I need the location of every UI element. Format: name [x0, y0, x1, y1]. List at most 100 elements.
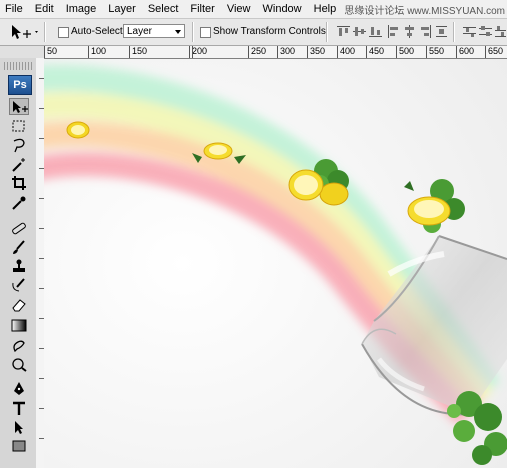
healing-brush-tool-button[interactable] [9, 220, 29, 237]
stamp-icon [13, 259, 25, 272]
align-left-button[interactable] [386, 24, 401, 39]
align-vcenter-button[interactable] [352, 24, 367, 39]
auto-select-checkbox[interactable] [58, 27, 69, 38]
watermark-text: 思缘设计论坛 www.MISSYUAN.com [344, 6, 505, 17]
auto-select-dropdown[interactable]: Layer [123, 24, 185, 38]
align-hcenter-button[interactable] [402, 24, 417, 39]
toolbox-grip[interactable] [4, 62, 32, 70]
gradient-tool-button[interactable] [9, 317, 29, 334]
eraser-icon [12, 299, 26, 312]
move-icon [13, 101, 28, 113]
pen-tool-button[interactable] [9, 381, 29, 398]
separator [326, 22, 328, 42]
path-selection-tool-button[interactable] [9, 419, 29, 436]
separator [192, 22, 194, 42]
ruler-label: 400 [340, 46, 356, 56]
rectangle-icon [12, 440, 26, 452]
ruler-label: 150 [132, 46, 148, 56]
smudge-icon [13, 340, 25, 353]
menu-edit[interactable]: Edit [29, 0, 60, 18]
distribute-vcenter-button[interactable] [478, 24, 493, 39]
dodge-tool-button[interactable] [9, 356, 29, 373]
align-top-button[interactable] [336, 24, 351, 39]
rectangle-tool-button[interactable] [9, 438, 29, 455]
align-bottom-icon [369, 27, 382, 37]
options-bar: Auto-Select: Layer Show Transform Contro… [0, 19, 507, 46]
crop-tool-button[interactable] [9, 175, 29, 192]
path-selection-icon [15, 421, 23, 434]
brush-tool-button[interactable] [9, 239, 29, 256]
align-right-button[interactable] [418, 24, 433, 39]
menu-file[interactable]: File [0, 0, 29, 18]
ruler-label: 300 [280, 46, 296, 56]
auto-select-value: Layer [127, 26, 153, 37]
distribute-button[interactable] [434, 24, 449, 39]
marquee-icon [12, 120, 25, 132]
separator [44, 22, 46, 42]
lemon-1 [66, 121, 90, 139]
ruler-label: 550 [429, 46, 445, 56]
magic-wand-tool-button[interactable] [9, 156, 29, 173]
menu-layer[interactable]: Layer [102, 0, 142, 18]
brush-icon [13, 240, 25, 254]
artwork [44, 59, 507, 468]
document-canvas[interactable] [44, 59, 507, 468]
history-brush-icon [12, 278, 25, 292]
pen-icon [14, 382, 24, 395]
blur-tool-button[interactable] [9, 337, 29, 354]
align-vcenter-icon [353, 27, 366, 36]
ruler-label: 650 [488, 46, 504, 56]
chevron-down-icon [175, 30, 181, 34]
photoshop-logo: Ps [8, 75, 32, 95]
ruler-corner [0, 46, 44, 58]
menu-select[interactable]: Select [142, 0, 185, 18]
eyedropper-tool-button[interactable] [9, 194, 29, 211]
horizontal-ruler: 50 100 150 200 250 300 350 400 450 500 5… [44, 46, 507, 59]
type-icon [13, 401, 25, 415]
magic-wand-icon [12, 158, 25, 172]
show-transform-checkbox[interactable] [200, 27, 211, 38]
auto-select-label: Auto-Select: [71, 26, 126, 37]
separator [453, 22, 455, 42]
eyedropper-icon [12, 196, 26, 210]
ruler-label: 350 [310, 46, 326, 56]
distribute-bottom-icon [495, 26, 506, 37]
distribute-icon [436, 26, 447, 37]
distribute-vcenter-icon [479, 26, 492, 36]
type-tool-button[interactable] [9, 400, 29, 417]
crop-icon [12, 176, 26, 190]
history-brush-tool-button[interactable] [9, 277, 29, 294]
ruler-label: 450 [369, 46, 385, 56]
ruler-label: 200 [192, 46, 208, 56]
ruler-label: 50 [47, 46, 58, 56]
toolbox: Ps [0, 58, 37, 468]
distribute-bottom-button[interactable] [494, 24, 507, 39]
menu-window[interactable]: Window [257, 0, 308, 18]
align-bottom-button[interactable] [368, 24, 383, 39]
eraser-tool-button[interactable] [9, 296, 29, 313]
menu-view[interactable]: View [221, 0, 257, 18]
tool-preset-picker[interactable] [6, 22, 40, 42]
lasso-tool-button[interactable] [9, 137, 29, 154]
distribute-top-button[interactable] [462, 24, 477, 39]
align-left-icon [388, 25, 398, 38]
ruler-label: 500 [399, 46, 415, 56]
bandage-icon [12, 222, 26, 235]
move-tool-button[interactable] [9, 98, 29, 115]
distribute-top-icon [463, 27, 476, 37]
align-top-icon [337, 26, 350, 36]
ruler-label: 600 [459, 46, 475, 56]
menu-bar: File Edit Image Layer Select Filter View… [0, 0, 507, 19]
menu-help[interactable]: Help [308, 0, 343, 18]
move-icon [12, 25, 38, 39]
show-transform-label: Show Transform Controls [213, 26, 326, 37]
align-hcenter-icon [405, 25, 414, 38]
ruler-label: 100 [91, 46, 107, 56]
gradient-icon [11, 319, 27, 332]
lasso-icon [13, 138, 25, 153]
menu-filter[interactable]: Filter [184, 0, 220, 18]
dodge-icon [12, 358, 27, 372]
menu-image[interactable]: Image [60, 0, 103, 18]
clone-stamp-tool-button[interactable] [9, 258, 29, 275]
marquee-tool-button[interactable] [9, 118, 29, 135]
